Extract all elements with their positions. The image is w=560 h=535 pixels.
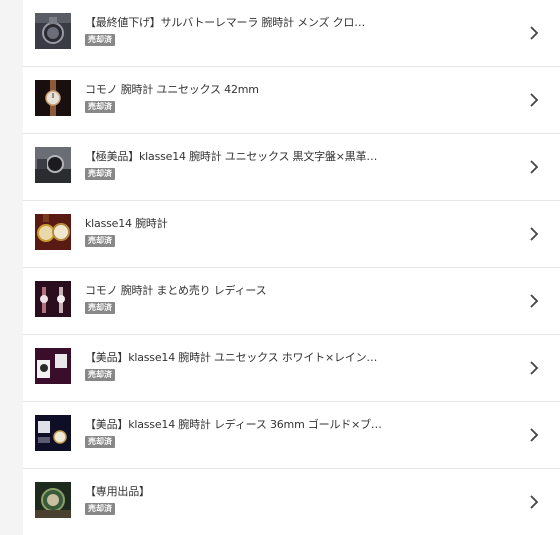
watch-photo-icon [35, 80, 71, 116]
item-title: 【美品】klasse14 腕時計 ユニセックス ホワイト×レイン… [85, 351, 378, 364]
watch-photo-icon [35, 482, 71, 518]
watch-photo-icon [35, 348, 71, 384]
list-item[interactable]: 【美品】klasse14 腕時計 ユニセックス ホワイト×レイン… 売却済 [23, 335, 560, 402]
chevron-right-icon[interactable] [527, 92, 541, 108]
watch-photo-icon [35, 214, 71, 250]
item-title: 【専用出品】 [85, 485, 150, 498]
item-title: 【最終値下げ】サルバトーレマーラ 腕時計 メンズ クロ… [85, 16, 365, 29]
watch-photo-icon [35, 281, 71, 317]
sold-badge: 売却済 [85, 168, 115, 180]
chevron-right-icon[interactable] [527, 494, 541, 510]
item-title: klasse14 腕時計 [85, 217, 168, 230]
sold-badge: 売却済 [85, 503, 115, 515]
chevron-right-icon[interactable] [527, 25, 541, 41]
list-item[interactable]: 【最終値下げ】サルバトーレマーラ 腕時計 メンズ クロ… 売却済 [23, 0, 560, 67]
sold-badge: 売却済 [85, 235, 115, 247]
watch-photo-icon [35, 415, 71, 451]
list-item[interactable]: コモノ 腕時計 ユニセックス 42mm 売却済 [23, 67, 560, 134]
item-title: コモノ 腕時計 ユニセックス 42mm [85, 83, 259, 96]
sold-badge: 売却済 [85, 34, 115, 46]
list-item[interactable]: 【美品】klasse14 腕時計 レディース 36mm ゴールド×ブ… 売却済 [23, 402, 560, 469]
sold-badge: 売却済 [85, 369, 115, 381]
chevron-right-icon[interactable] [527, 360, 541, 376]
sold-badge: 売却済 [85, 101, 115, 113]
sold-badge: 売却済 [85, 302, 115, 314]
item-title: コモノ 腕時計 まとめ売り レディース [85, 284, 267, 297]
sold-badge: 売却済 [85, 436, 115, 448]
item-title: 【美品】klasse14 腕時計 レディース 36mm ゴールド×ブ… [85, 418, 382, 431]
list-item[interactable]: klasse14 腕時計 売却済 [23, 201, 560, 268]
list-item[interactable]: コモノ 腕時計 まとめ売り レディース 売却済 [23, 268, 560, 335]
watch-photo-icon [35, 147, 71, 183]
chevron-right-icon[interactable] [527, 427, 541, 443]
watch-photo-icon [35, 13, 71, 49]
chevron-right-icon[interactable] [527, 293, 541, 309]
list-item[interactable]: 【極美品】klasse14 腕時計 ユニセックス 黒文字盤×黒革… 売却済 [23, 134, 560, 201]
chevron-right-icon[interactable] [527, 226, 541, 242]
chevron-right-icon[interactable] [527, 159, 541, 175]
list-item[interactable]: 【専用出品】 売却済 [23, 469, 560, 535]
item-title: 【極美品】klasse14 腕時計 ユニセックス 黒文字盤×黒革… [85, 150, 378, 163]
sold-items-list: 【最終値下げ】サルバトーレマーラ 腕時計 メンズ クロ… 売却済 コモノ 腕時計… [23, 0, 560, 535]
